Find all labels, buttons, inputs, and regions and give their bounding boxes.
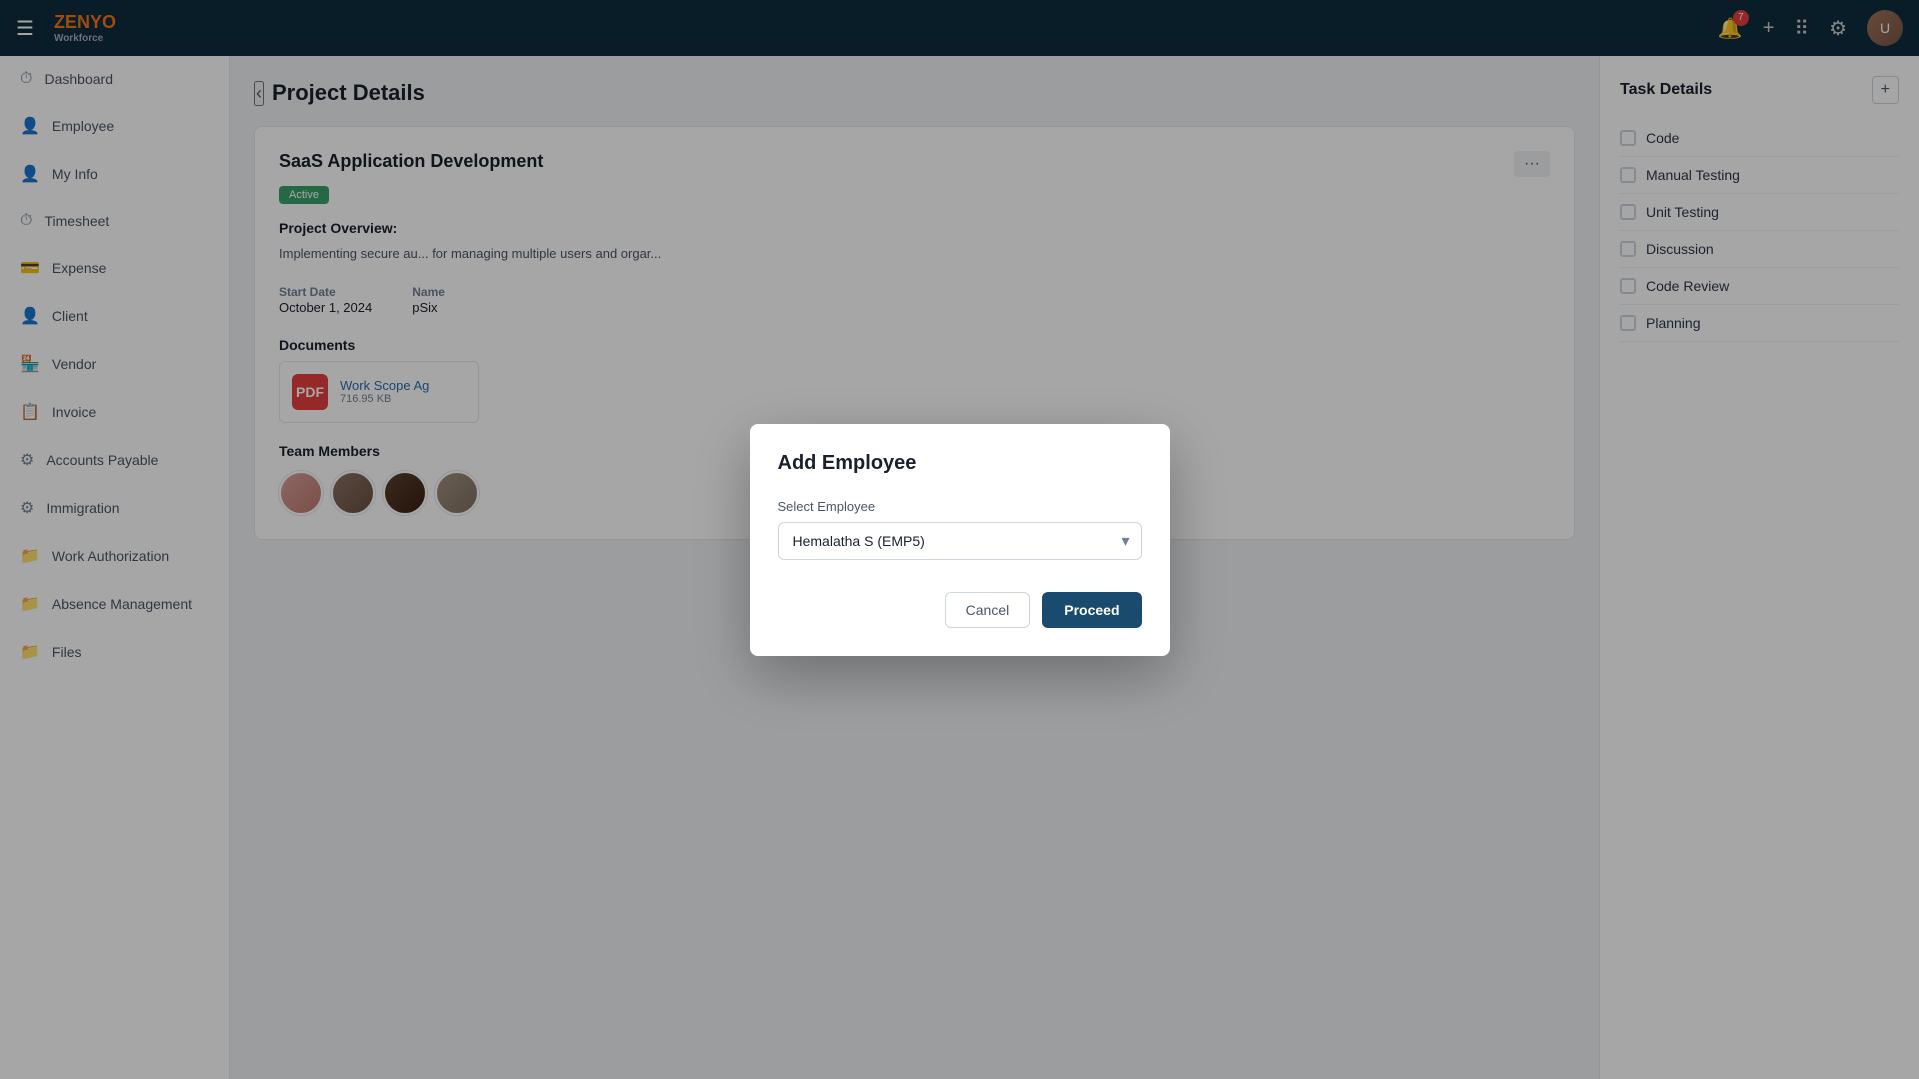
add-employee-modal: Add Employee Select Employee Hemalatha S…	[750, 424, 1170, 656]
modal-title: Add Employee	[778, 452, 1142, 475]
proceed-button[interactable]: Proceed	[1042, 592, 1141, 628]
modal-actions: Cancel Proceed	[778, 592, 1142, 628]
cancel-button[interactable]: Cancel	[945, 592, 1031, 628]
select-employee-label: Select Employee	[778, 499, 1142, 514]
select-wrapper: Hemalatha S (EMP5) John Doe (EMP1) Jane …	[778, 522, 1142, 560]
employee-select[interactable]: Hemalatha S (EMP5) John Doe (EMP1) Jane …	[778, 522, 1142, 560]
modal-overlay[interactable]: Add Employee Select Employee Hemalatha S…	[0, 0, 1919, 1079]
